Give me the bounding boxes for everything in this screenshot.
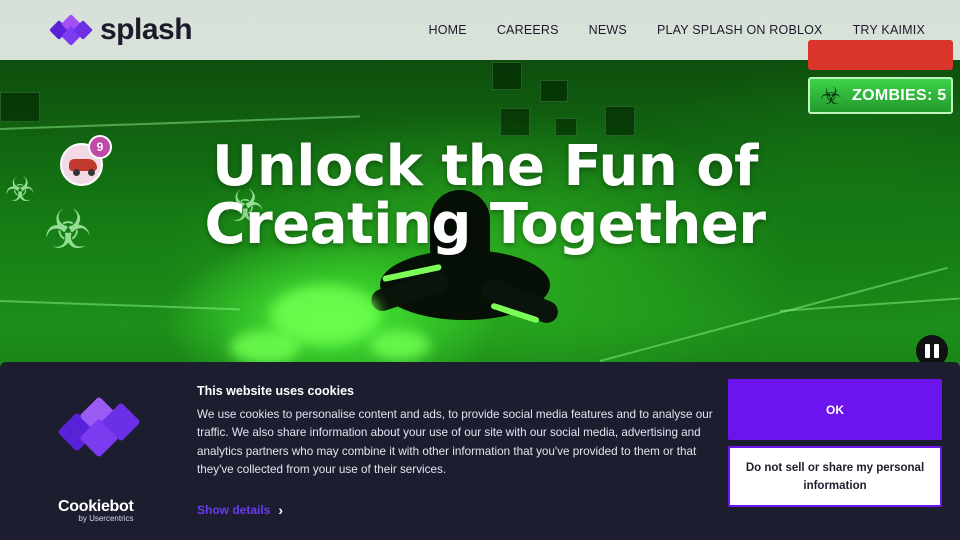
logo-text: splash [100,13,193,46]
show-details-label: Show details [197,503,271,517]
nav-careers[interactable]: CAREERS [497,23,559,37]
green-splash [230,330,300,364]
zombies-count-label: ZOMBIES: 5 [852,86,947,104]
pause-icon [925,344,930,358]
floor-line [0,300,240,311]
cookie-banner-title: This website uses cookies [197,384,355,398]
cookie-banner-text: We use cookies to personalise content an… [197,408,713,476]
splash-logo[interactable]: splash [48,13,193,47]
chevron-right-icon: › [278,502,284,518]
cookie-ok-button[interactable]: OK [728,379,942,440]
hero-headline: Unlock the Fun of Creating Together [204,134,766,257]
car-wheel [73,169,80,176]
splash-logo-mark-icon [48,14,93,46]
cookiebot-logo[interactable]: Cookiebot by Usercentrics [58,498,134,523]
show-details-link[interactable]: Show details › [197,502,283,518]
hud-status-bar [808,40,953,70]
pause-icon [934,344,939,358]
background-crate [605,106,635,136]
nav-news[interactable]: NEWS [589,23,627,37]
cookiebot-logo-mark-icon [55,396,141,458]
floor-line [0,115,360,130]
background-crate [500,108,530,136]
background-crate [492,62,522,90]
do-not-sell-button[interactable]: Do not sell or share my personal informa… [728,446,942,507]
nav-home[interactable]: HOME [429,23,467,37]
biohazard-icon: ☣ [820,81,842,110]
background-crate [0,92,40,122]
biohazard-icon: ☣ [4,170,36,210]
green-splash [370,330,430,360]
background-crate [540,80,568,102]
nav-play-splash-on-roblox[interactable]: PLAY SPLASH ON ROBLOX [657,23,823,37]
hud-zombies-counter: ☣ ZOMBIES: 5 [808,77,953,114]
floor-line [599,266,948,362]
nav-try-kaimix[interactable]: TRY KAIMIX [853,23,925,37]
